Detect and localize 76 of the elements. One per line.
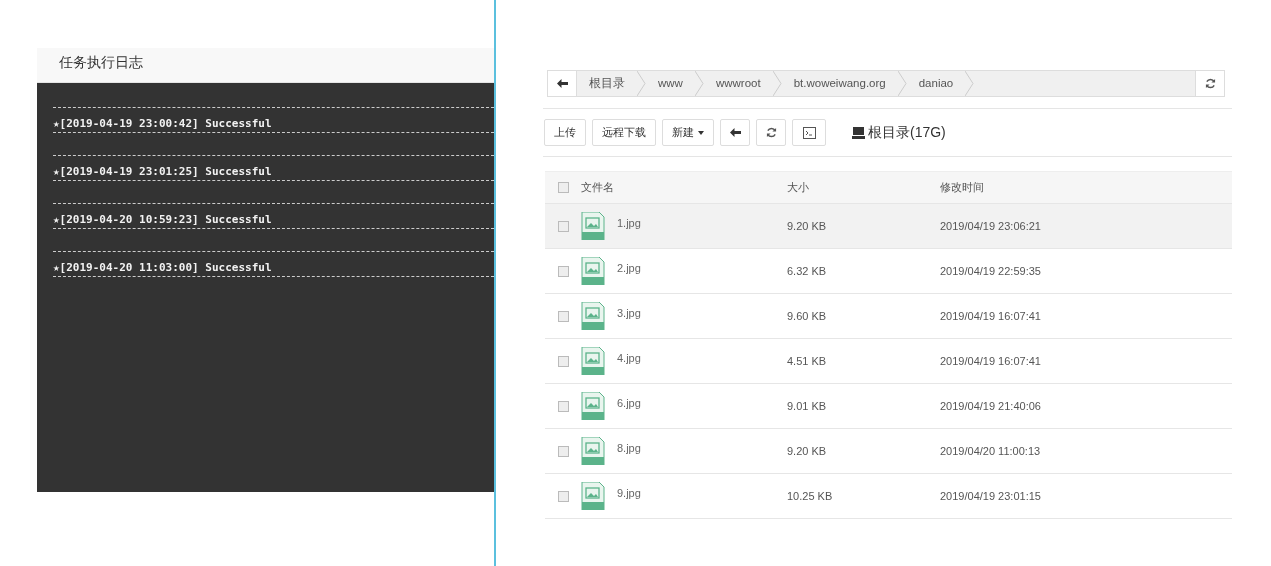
table-cell-text: 9.20 KB [787, 220, 828, 232]
image-file-icon [581, 392, 605, 420]
row-checkbox[interactable] [557, 355, 569, 367]
table-cell-text: 2019/04/19 21:40:06 [940, 400, 1042, 412]
row-checkbox[interactable] [557, 310, 569, 322]
panel-title: 任务执行日志 [37, 48, 494, 83]
breadcrumb-link[interactable]: wwwroot [703, 71, 782, 96]
image-file-icon [581, 347, 605, 375]
breadcrumb-link[interactable]: 根目录 [577, 71, 646, 96]
image-file-icon [581, 482, 605, 510]
table-cell-text: 2019/04/19 16:07:41 [940, 310, 1042, 322]
breadcrumb-link[interactable]: www [646, 71, 704, 96]
file-row[interactable]: 2.jpg 6.32 KB 2019/04/19 22:59:35 [545, 248, 1232, 293]
table-cell-text: 2019/04/19 22:59:35 [940, 265, 1042, 277]
row-checkbox[interactable] [557, 490, 569, 502]
column-header: 文件名 [581, 180, 615, 195]
image-file-icon [581, 437, 605, 465]
file-name: 1.jpg [617, 217, 641, 229]
upload-button[interactable]: 上传 [544, 119, 586, 146]
table-cell-text: 9.20 KB [787, 445, 828, 457]
back-arrow-icon [729, 128, 741, 137]
terminal-button[interactable] [792, 119, 826, 146]
chevron-icon [637, 71, 646, 96]
remote-download-button[interactable]: 远程下载 [592, 119, 656, 146]
column-header: 修改时间 [940, 180, 985, 195]
table-cell-text: 9.01 KB [787, 400, 828, 412]
file-row[interactable]: 1.jpg 9.20 KB 2019/04/19 23:06:21 [545, 203, 1232, 248]
back-button[interactable] [548, 71, 577, 96]
table-cell-text: 2019/04/19 23:06:21 [940, 220, 1042, 232]
back-button[interactable] [720, 119, 750, 146]
image-file-icon [581, 302, 605, 330]
table-cell-text: 2019/04/20 11:00:13 [940, 445, 1042, 457]
row-checkbox[interactable] [557, 445, 569, 457]
chevron-icon [694, 71, 704, 96]
chevron-icon [772, 71, 782, 96]
table-cell-text: 2019/04/19 16:07:41 [940, 355, 1042, 367]
breadcrumb-link[interactable]: bt.woweiwang.org [781, 71, 907, 96]
file-row[interactable]: 3.jpg 9.60 KB 2019/04/19 16:07:41 [545, 293, 1232, 338]
log-line: ★[2019-04-19 23:00:42] Successful [53, 116, 273, 132]
file-row[interactable]: 9.jpg 10.25 KB 2019/04/19 23:01:15 [545, 473, 1232, 519]
file-name: 2.jpg [617, 262, 641, 274]
image-file-icon [581, 212, 605, 240]
refresh-icon [1204, 78, 1216, 89]
disk-label: 根目录(17G) [868, 123, 946, 142]
image-file-icon [581, 257, 605, 285]
refresh-button[interactable] [1195, 71, 1224, 96]
back-arrow-icon [556, 79, 568, 88]
chevron-icon [897, 71, 907, 96]
table-cell-text: 10.25 KB [787, 490, 834, 502]
table-cell-text: 4.51 KB [787, 355, 828, 367]
file-name: 8.jpg [617, 442, 641, 454]
table-cell-text: 6.32 KB [787, 265, 828, 277]
row-checkbox[interactable] [557, 400, 569, 412]
breadcrumb-link[interactable]: daniao [906, 71, 975, 96]
file-row[interactable]: 8.jpg 9.20 KB 2019/04/20 11:00:13 [545, 428, 1232, 473]
chevron-icon [965, 71, 975, 96]
select-all-checkbox[interactable] [557, 182, 569, 193]
file-name: 6.jpg [617, 397, 641, 409]
file-row[interactable]: 4.jpg 4.51 KB 2019/04/19 16:07:41 [545, 338, 1232, 383]
refresh-button[interactable] [756, 119, 786, 146]
file-name: 9.jpg [617, 487, 641, 499]
table-cell-text: 9.60 KB [787, 310, 828, 322]
table-cell-text: 2019/04/19 23:01:15 [940, 490, 1042, 502]
log-line: ★[2019-04-20 11:03:00] Successful [53, 260, 273, 276]
file-name: 3.jpg [617, 307, 641, 319]
column-header: 大小 [787, 180, 810, 195]
refresh-icon [765, 127, 777, 138]
file-row[interactable]: 6.jpg 9.01 KB 2019/04/19 21:40:06 [545, 383, 1232, 428]
log-line: ★[2019-04-19 23:01:25] Successful [53, 164, 273, 180]
new-dropdown-button[interactable]: 新建 [662, 119, 714, 146]
row-checkbox[interactable] [557, 265, 569, 277]
row-checkbox[interactable] [557, 220, 569, 232]
terminal-icon [802, 126, 816, 139]
disk-icon [852, 126, 865, 139]
file-name: 4.jpg [617, 352, 641, 364]
log-line: ★[2019-04-20 10:59:23] Successful [53, 212, 273, 228]
